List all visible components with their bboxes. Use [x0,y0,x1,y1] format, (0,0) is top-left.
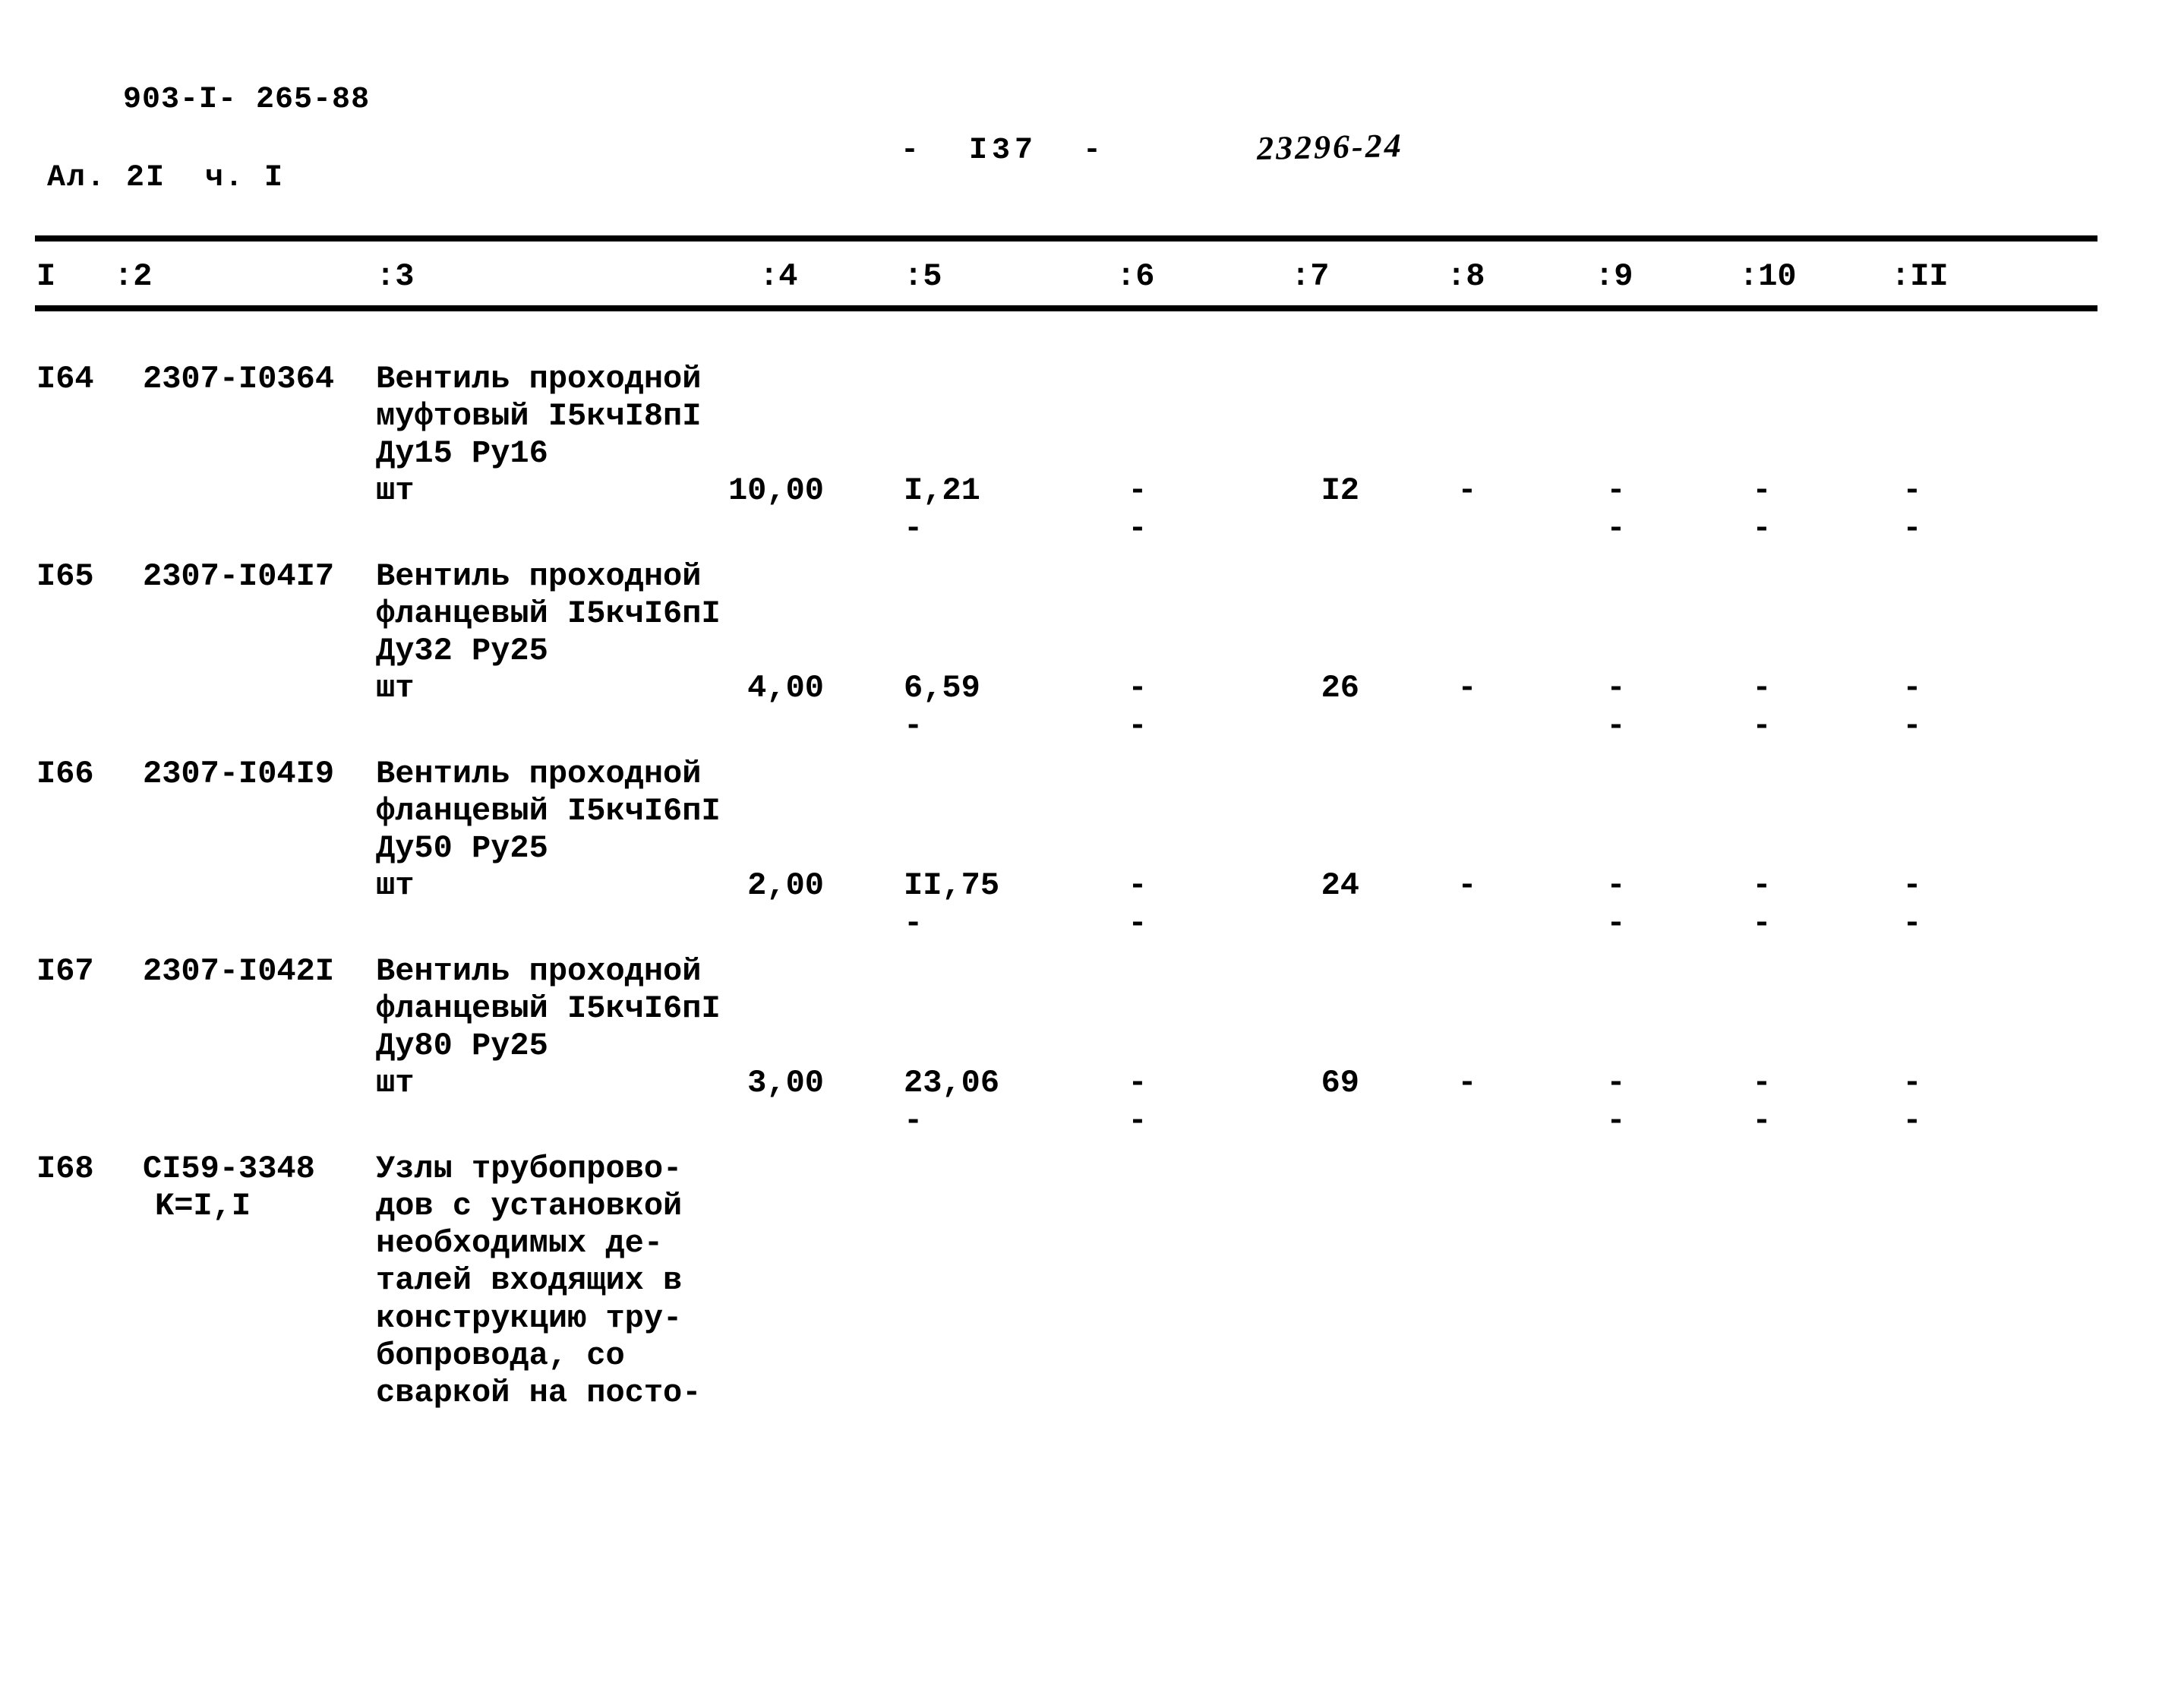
document-code-line1: 903-I- 265-88 [123,83,371,118]
row-item-number: I66 [36,756,94,792]
row-col11-second: - [1902,1103,1922,1139]
row-item-code-coefficient: K=I,I [155,1188,251,1225]
row-col11-second: - [1902,905,1922,942]
row-item-code: 2307-I042I [143,953,335,990]
row-description-line: фланцевый I5кчI6пI [376,595,721,633]
row-total: I2 [1321,472,1359,509]
column-header-10: :10 [1739,258,1797,295]
row-description-line: бопровода, со [376,1337,625,1374]
row-description-line: Узлы трубопрово- [376,1151,683,1187]
column-header-4: :4 [759,258,798,295]
row-description-line: Вентиль проходной [376,953,702,990]
column-header-6: :6 [1116,258,1155,295]
row-col11: - [1902,472,1922,509]
row-item-code: 2307-I04I9 [143,756,335,792]
row-item-number: I67 [36,953,94,990]
row-description-line: Вентиль проходной [376,361,702,397]
document-code-line2: Ал. 2I ч. I [47,160,285,195]
row-item-code: 2307-I0364 [143,361,335,397]
row-description-line: Ду80 Ру25 [376,1028,548,1065]
column-header-7: :7 [1291,258,1330,295]
column-header-2: :2 [114,258,153,295]
row-item-number: I64 [36,361,94,397]
row-item-number: I68 [36,1151,94,1187]
row-col11-second: - [1902,510,1922,547]
row-item-code: CI59-3348 K=I,I [143,1151,315,1225]
document-page: 903-I- 265-88 Ал. 2I ч. I - I37 - 23296-… [0,0,2159,1708]
page-number: - I37 - [901,134,1106,168]
row-description-line: Ду15 Ру16 [376,435,548,472]
column-header-5: :5 [904,258,942,295]
table-rule-top [35,235,2097,242]
row-unit-price-second: - [904,1103,923,1139]
table-rule-bottom [35,305,2097,311]
archive-stamp: 23296-24 [1256,126,1404,168]
column-header-3: :3 [376,258,415,295]
row-item-number: I65 [36,558,94,595]
row-col6-second: - [1128,708,1147,744]
row-description-line: сваркой на посто- [376,1374,702,1411]
row-description-line: Ду50 Ру25 [376,830,548,867]
row-description-line: Вентиль проходной [376,558,702,595]
row-col11: - [1902,867,1922,904]
row-description-line: талей входящих в [376,1262,683,1299]
row-col6-second: - [1128,905,1147,942]
column-header-9: :9 [1595,258,1633,295]
row-unit-price-second: - [904,510,923,547]
column-header-11: :II [1891,258,1949,295]
row-description-line: конструкцию тру- [376,1299,683,1337]
column-header-8: :8 [1447,258,1485,295]
row-description-line: необходимых де- [376,1225,664,1262]
row-description-line: Ду32 Ру25 [376,633,548,670]
row-col11-second: - [1902,708,1922,744]
row-description-line: муфтовый I5кчI8пI [376,398,702,435]
row-description-line: дов с установкой [376,1188,683,1225]
row-col6-second: - [1128,1103,1147,1139]
column-header-1: I [36,258,56,295]
row-total: 69 [1321,1065,1359,1101]
row-description-line: Вентиль проходной [376,756,702,792]
row-col11: - [1902,1065,1922,1101]
row-description-line: фланцевый I5кчI6пI [376,793,721,830]
row-unit-price-second: - [904,905,923,942]
row-col6-second: - [1128,510,1147,547]
row-col11: - [1902,670,1922,706]
row-unit-price-second: - [904,708,923,744]
row-total: 26 [1321,670,1359,706]
row-description: Узлы трубопрово-дов с установкой необходи… [376,1151,701,1412]
row-total: 24 [1321,867,1359,904]
row-item-code: 2307-I04I7 [143,558,335,595]
row-description-line: фланцевый I5кчI6пI [376,990,721,1028]
